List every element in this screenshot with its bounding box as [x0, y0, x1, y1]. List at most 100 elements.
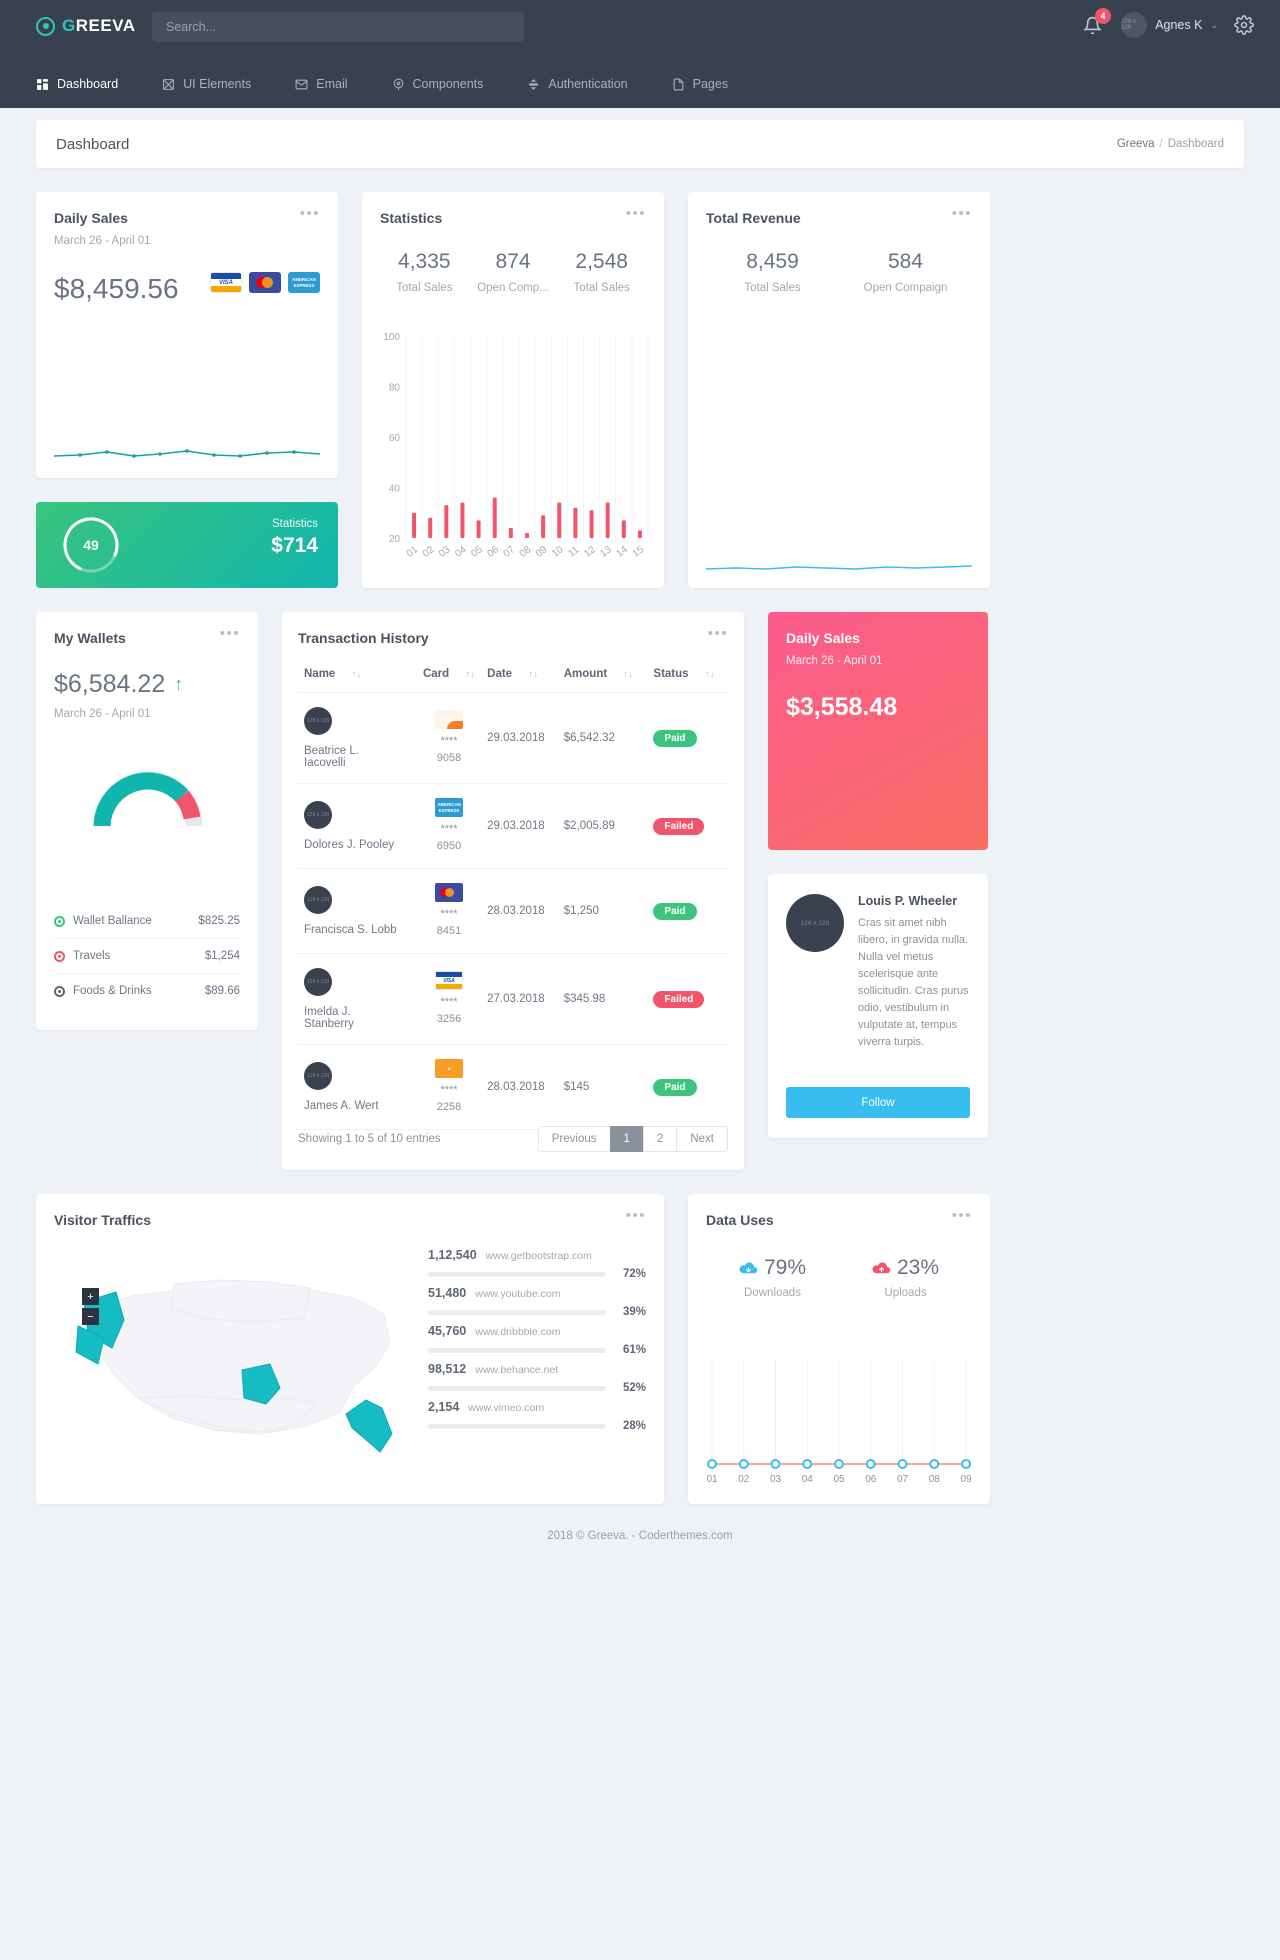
progress-track: [428, 1385, 606, 1391]
kpi-value: 874: [495, 250, 531, 273]
wallet-item-label: Travels: [73, 950, 111, 962]
statistics-card: Statistics ••• 4,335 Total Sales 874 Ope…: [362, 192, 664, 588]
footer: 2018 © Greeva. - Coderthemes.com: [547, 1530, 733, 1542]
table-row[interactable]: 128 x 128 Dolores J. Pooley AMERICAN EXPR…: [298, 783, 728, 869]
nav-item-dashboard[interactable]: Dashboard: [30, 73, 124, 95]
uploads-kpi: 23% Uploads: [839, 1256, 972, 1299]
table-row[interactable]: 128 x 128 Francisca S. Lobb **** 8451 28.0…: [298, 868, 728, 954]
nav-item-components[interactable]: Components: [386, 73, 490, 95]
nav-label: Dashboard: [57, 77, 119, 91]
visitor-count: 98,512: [428, 1362, 467, 1376]
topbar-actions: 4 128 x 128 Agnes K ⌄: [1083, 8, 1254, 38]
visitor-site[interactable]: www.getbootstrap.com: [486, 1250, 592, 1262]
avatar: 128 x 128: [304, 886, 332, 914]
nav-item-ui-elements[interactable]: UI Elements: [156, 73, 257, 95]
customer-name: Dolores J. Pooley: [304, 839, 395, 851]
status-badge: Paid: [653, 1078, 697, 1096]
zoom-out-button[interactable]: −: [82, 1308, 99, 1325]
visitor-row: 51,480 www.youtube.com 39%: [428, 1286, 646, 1318]
visitor-percent: 61%: [622, 1344, 646, 1356]
visitor-site[interactable]: www.dribbble.com: [475, 1326, 560, 1338]
usa-map[interactable]: + −: [54, 1248, 422, 1480]
svg-text:04: 04: [802, 1474, 814, 1485]
search-input[interactable]: [152, 12, 524, 42]
col-date[interactable]: Date ↑↓: [481, 646, 558, 693]
svg-text:06: 06: [485, 544, 501, 560]
table-row[interactable]: 128 x 128 Beatrice L. Iacovelli DISC●VER *…: [298, 692, 728, 784]
cell-card: AMERICAN EXPRESS **** 6950: [416, 783, 482, 869]
card-last4: 6950: [436, 839, 462, 852]
revenue-kpis: 8,459 Total Sales 584 Open Compaign: [706, 250, 972, 294]
col-card[interactable]: Card ↑↓: [416, 646, 482, 693]
card-title: Statistics: [380, 210, 443, 226]
list-item: Foods & Drinks $89.66: [54, 973, 240, 1008]
col-amount[interactable]: Amount ↑↓: [557, 646, 648, 693]
visitor-row: 2,154 www.vimeo.com 28%: [428, 1400, 646, 1432]
kpi-total-sales-2: 2,548 Total Sales: [557, 250, 646, 294]
card-menu-icon[interactable]: •••: [300, 206, 320, 221]
svg-text:08: 08: [929, 1474, 941, 1485]
zoom-in-button[interactable]: +: [82, 1288, 99, 1305]
visitor-count: 51,480: [428, 1286, 467, 1300]
table-row[interactable]: 128 x 128 Imelda J. Stanberry VISA **** 325…: [298, 953, 728, 1045]
nav-item-email[interactable]: Email: [289, 73, 353, 95]
nav-item-pages[interactable]: Pages: [666, 73, 734, 95]
daily-sales-pink-card: Daily Sales March 26 - April 01 $3,558.4…: [768, 612, 988, 850]
profile-name: Louis P. Wheeler: [858, 894, 958, 908]
mastercard-icon: [435, 883, 464, 902]
follow-button[interactable]: Follow: [786, 1087, 970, 1118]
card-menu-icon[interactable]: •••: [952, 206, 972, 226]
gauge-value: 49: [83, 537, 99, 553]
cell-date: 27.03.2018: [481, 953, 558, 1045]
notifications-bell-icon[interactable]: 4: [1083, 8, 1112, 36]
card-stars: ****: [440, 908, 458, 920]
wallet-breakdown-list: Wallet Ballance $825.25 Travels $1,254 F…: [54, 904, 240, 1008]
page-previous[interactable]: Previous: [537, 1126, 611, 1152]
card-menu-icon[interactable]: •••: [626, 206, 646, 226]
visitor-site[interactable]: www.behance.net: [475, 1364, 558, 1376]
visitor-site[interactable]: www.youtube.com: [475, 1288, 560, 1300]
col-name[interactable]: Name ↑↓: [298, 646, 417, 693]
page-1[interactable]: 1: [609, 1126, 644, 1152]
visitor-count: 2,154: [428, 1400, 460, 1414]
card-menu-icon[interactable]: •••: [626, 1208, 646, 1228]
left-stack: Daily Sales March 26 - April 01 ••• $8,4…: [36, 192, 338, 588]
breadcrumb-root[interactable]: Greeva: [1117, 138, 1155, 150]
data-uses-line-chart: 01 02 03 04 05 06 07 08 09: [702, 1350, 976, 1490]
user-menu[interactable]: 128 x 128 Agnes K ⌄: [1121, 12, 1218, 38]
card-menu-icon[interactable]: •••: [952, 1208, 972, 1228]
visitor-site[interactable]: www.vimeo.com: [468, 1402, 544, 1414]
daily-sales-sparkline: [54, 449, 320, 458]
page-2[interactable]: 2: [642, 1126, 678, 1152]
customer-name: Beatrice L. Iacovelli: [304, 745, 359, 769]
cell-amount: $6,542.32: [557, 692, 648, 784]
app-logo[interactable]: GREEVA: [36, 16, 136, 36]
svg-text:14: 14: [614, 544, 630, 560]
sort-icon[interactable]: ↑↓: [528, 669, 538, 680]
svg-text:05: 05: [469, 544, 485, 560]
notification-count-badge: 4: [1095, 8, 1112, 24]
my-wallets-card: My Wallets ••• $6,584.22 ↑ March 26 - Ap…: [36, 612, 258, 1030]
sort-icon[interactable]: ↑↓: [705, 669, 715, 680]
table-row[interactable]: 128 x 128 James A. Wert a **** 2258 28.03.2…: [298, 1044, 728, 1130]
settings-gear-icon[interactable]: [1234, 15, 1254, 35]
page-next[interactable]: Next: [676, 1126, 728, 1152]
card-title: Daily Sales: [786, 630, 860, 646]
nav-item-authentication[interactable]: Authentication: [521, 73, 633, 95]
list-item: Wallet Ballance $825.25: [54, 904, 240, 938]
sort-icon[interactable]: ↑↓: [351, 669, 361, 680]
svg-text:06: 06: [865, 1474, 877, 1485]
sort-icon[interactable]: ↑↓: [465, 669, 475, 680]
card-menu-icon[interactable]: •••: [220, 626, 240, 646]
svg-text:100: 100: [383, 332, 400, 343]
col-status[interactable]: Status ↑↓: [647, 646, 728, 693]
sort-icon[interactable]: ↑↓: [623, 669, 633, 680]
card-menu-icon[interactable]: •••: [708, 626, 728, 646]
downloads-value: 79%: [763, 1256, 807, 1279]
wallet-item-label: Wallet Ballance: [73, 915, 152, 927]
card-last4: 3256: [436, 1012, 462, 1025]
visitor-percent: 52%: [622, 1382, 646, 1394]
bullet-icon: [54, 985, 65, 997]
svg-text:15: 15: [631, 544, 647, 560]
cell-name: 128 x 128 Francisca S. Lobb: [298, 868, 417, 954]
